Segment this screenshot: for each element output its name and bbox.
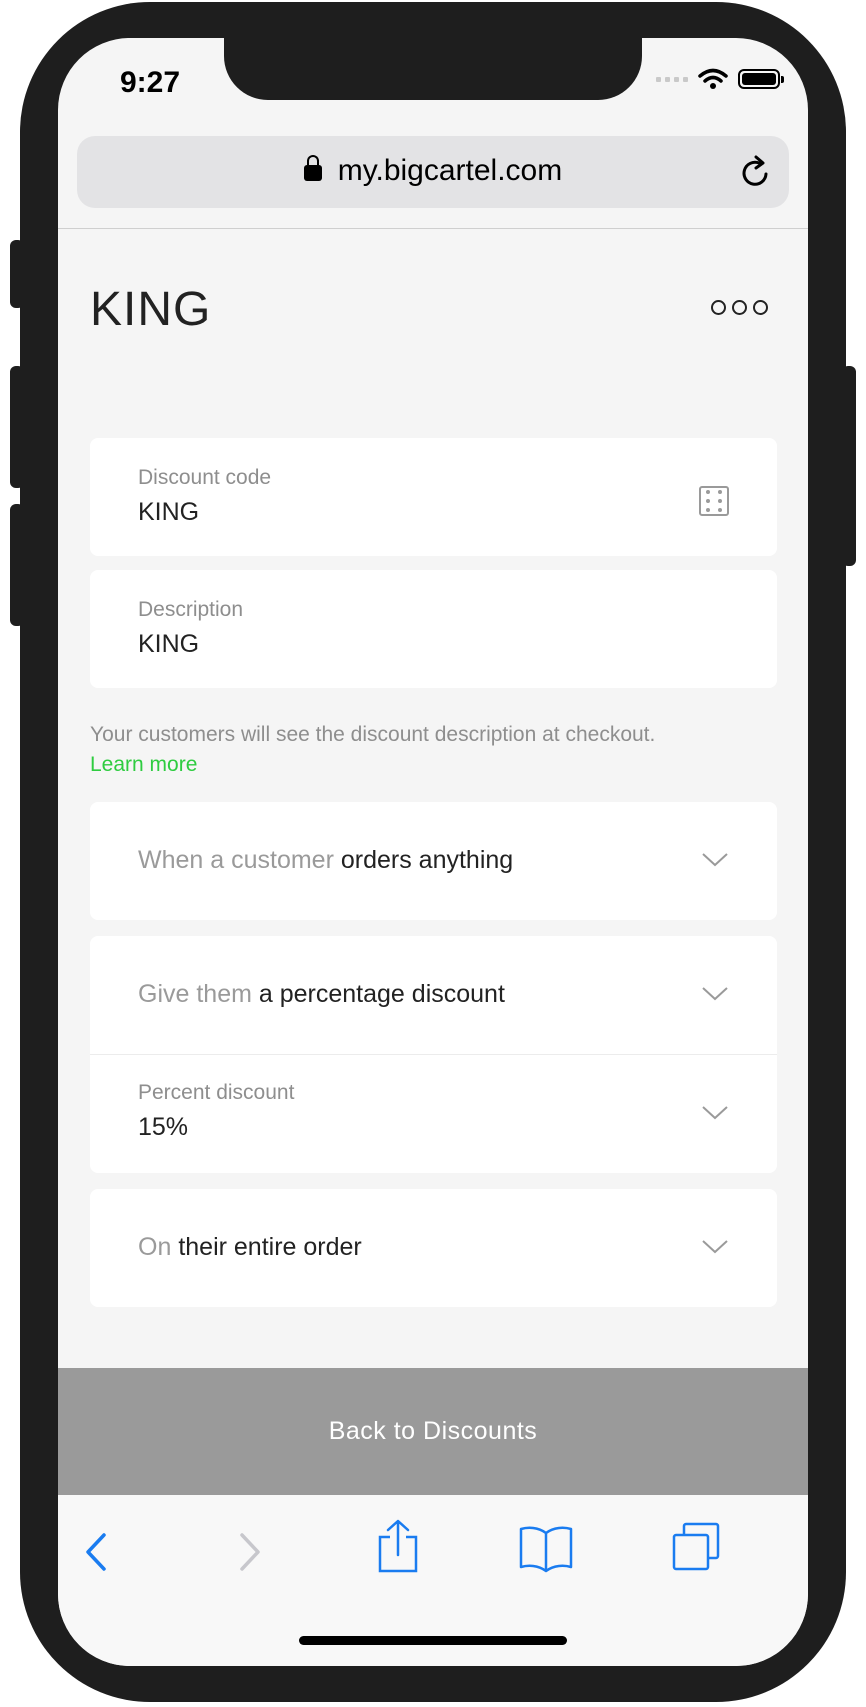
reward-type-prefix: Give them <box>138 980 252 1008</box>
url-text: my.bigcartel.com <box>337 154 563 187</box>
wifi-icon <box>698 68 728 89</box>
apply-to-prefix: On <box>138 1233 172 1261</box>
page-title: KING <box>90 283 212 336</box>
apply-to-select[interactable]: On their entire order <box>90 1189 777 1307</box>
description-help: Your customers will see the discount des… <box>90 720 780 780</box>
volume-up-button <box>10 366 24 488</box>
condition-value: orders anything <box>340 846 514 874</box>
status-icons <box>656 68 784 90</box>
discount-code-field[interactable]: Discount code KING <box>90 438 777 556</box>
help-text: Your customers will see the discount des… <box>90 723 656 746</box>
description-label: Description <box>138 598 244 621</box>
percent-discount-label: Percent discount <box>138 1081 295 1104</box>
condition-prefix: When a customer <box>138 846 334 874</box>
share-icon[interactable] <box>376 1519 420 1575</box>
screen: 9:27 my.bigcartel.com KING Discount code… <box>58 38 808 1666</box>
condition-text: When a customer orders anything <box>138 846 513 875</box>
status-time: 9:27 <box>120 66 181 99</box>
condition-select[interactable]: When a customer orders anything <box>90 802 777 920</box>
tabs-icon[interactable] <box>670 1521 722 1573</box>
more-options-icon[interactable] <box>711 300 768 315</box>
discount-code-label: Discount code <box>138 466 272 489</box>
lock-icon <box>303 155 322 181</box>
forward-arrow-icon <box>240 1533 260 1571</box>
volume-down-button <box>10 504 24 626</box>
chevron-down-icon <box>702 1106 728 1120</box>
bookmarks-icon[interactable] <box>518 1523 574 1573</box>
learn-more-link[interactable]: Learn more <box>90 750 780 780</box>
apply-to-value: their entire order <box>178 1233 362 1261</box>
mute-switch <box>10 240 24 308</box>
chevron-down-icon <box>702 987 728 1001</box>
header-divider <box>58 228 808 229</box>
reward-card: Give them a percentage discount Percent … <box>90 936 777 1173</box>
power-button <box>842 366 856 566</box>
chevron-down-icon <box>702 853 728 867</box>
percent-discount-select[interactable]: Percent discount 15% <box>90 1055 777 1173</box>
percent-discount-value: 15% <box>138 1113 189 1141</box>
battery-icon <box>738 69 784 89</box>
chevron-down-icon <box>702 1240 728 1254</box>
apply-to-text: On their entire order <box>138 1233 362 1262</box>
home-indicator[interactable] <box>299 1636 567 1645</box>
notch <box>224 38 642 100</box>
generate-code-icon[interactable] <box>699 486 729 516</box>
reload-icon[interactable] <box>739 154 773 190</box>
address-bar[interactable]: my.bigcartel.com <box>77 136 789 208</box>
back-to-discounts-button[interactable]: Back to Discounts <box>58 1368 808 1495</box>
signal-icon <box>656 76 688 82</box>
reward-type-text: Give them a percentage discount <box>138 980 505 1009</box>
reward-type-value: a percentage discount <box>258 980 505 1008</box>
description-value[interactable]: KING <box>138 630 199 659</box>
description-field[interactable]: Description KING <box>90 570 777 688</box>
url-display[interactable]: my.bigcartel.com <box>77 154 789 188</box>
discount-code-value[interactable]: KING <box>138 498 199 527</box>
reward-type-select[interactable]: Give them a percentage discount <box>90 936 777 1054</box>
back-arrow-icon[interactable] <box>76 1527 116 1577</box>
